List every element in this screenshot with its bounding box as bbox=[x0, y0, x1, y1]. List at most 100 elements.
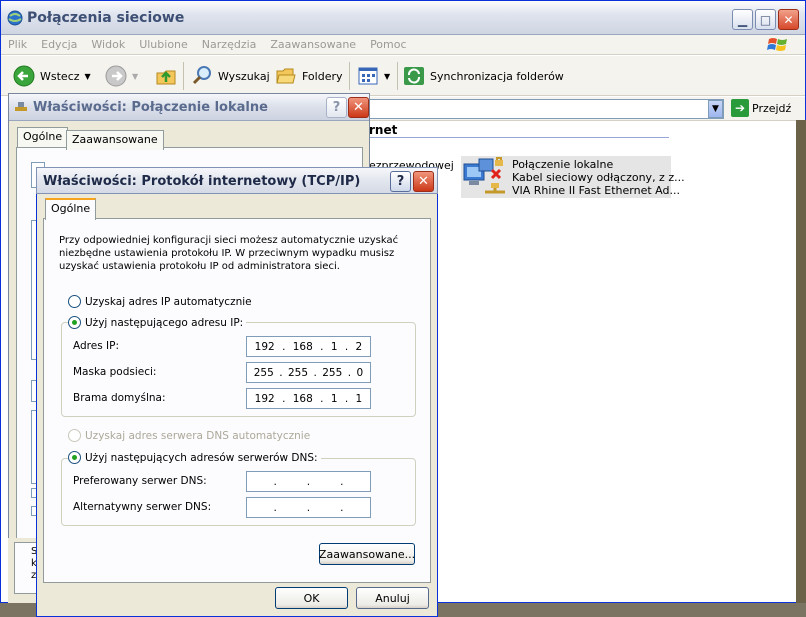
views-dropdown-icon[interactable]: ▼ bbox=[384, 72, 390, 81]
lan-close-button[interactable]: ✕ bbox=[348, 97, 369, 118]
mask-octet-2: 255 bbox=[287, 366, 309, 379]
gateway-octet-4: 1 bbox=[355, 392, 363, 405]
forward-dropdown-icon[interactable]: ▼ bbox=[132, 72, 138, 81]
ip-manual-label: Użyj następującego adresu IP: bbox=[85, 316, 244, 329]
menu-view[interactable]: Widok bbox=[84, 38, 132, 51]
network-globe-icon bbox=[7, 10, 23, 26]
menu-help[interactable]: Pomoc bbox=[363, 38, 413, 51]
folders-button[interactable]: Foldery bbox=[275, 64, 343, 88]
subnet-mask-field[interactable]: 255. 255. 255. 0 bbox=[246, 362, 371, 383]
network-connection-icon bbox=[463, 157, 505, 194]
menu-tools[interactable]: Narzędzia bbox=[195, 38, 264, 51]
connection-name: Połączenie lokalne bbox=[512, 158, 614, 171]
go-button[interactable]: ➔ Przejdź bbox=[731, 99, 791, 117]
dns-manual-label: Użyj następujących adresów serwerów DNS: bbox=[85, 451, 318, 464]
connection-device: VIA Rhine II Fast Ethernet Ad... bbox=[512, 184, 680, 197]
cancel-button[interactable]: Anuluj bbox=[356, 587, 429, 609]
ip-manual-radio[interactable]: Użyj następującego adresu IP: bbox=[68, 316, 247, 329]
folder-up-icon bbox=[156, 70, 176, 85]
preferred-dns-field[interactable]: . . . bbox=[246, 471, 371, 492]
mask-octet-3: 255 bbox=[322, 366, 343, 379]
connection-status: Kabel sieciowy odłączony, z z... bbox=[512, 171, 685, 184]
up-folder-button[interactable] bbox=[155, 64, 177, 88]
network-adapter-icon bbox=[15, 102, 27, 111]
subnet-mask-label: Maska podsieci: bbox=[73, 366, 157, 378]
gateway-field[interactable]: 192. 168. 1. 1 bbox=[246, 388, 371, 409]
tab-general[interactable]: Ogólne bbox=[17, 127, 69, 147]
menu-bar: Plik Edycja Widok Ulubione Narzędzia Zaa… bbox=[1, 35, 805, 55]
dns-auto-label: Uzyskaj adres serwera DNS automatycznie bbox=[85, 429, 311, 442]
ip-auto-radio-dot bbox=[68, 295, 81, 308]
back-arrow-icon bbox=[13, 65, 35, 87]
alternate-dns-field[interactable]: . . . bbox=[246, 497, 371, 518]
menu-favorites[interactable]: Ulubione bbox=[132, 38, 195, 51]
lan-info-fragment: S k z bbox=[14, 542, 37, 594]
tcpip-close-button[interactable]: ✕ bbox=[413, 171, 434, 192]
window-titlebar[interactable]: Połączenia sieciowe ▁ □ ✕ bbox=[1, 1, 805, 35]
views-button[interactable]: ▼ bbox=[357, 64, 390, 88]
gateway-octet-3: 1 bbox=[330, 392, 338, 405]
ip-octet-3: 1 bbox=[330, 340, 338, 353]
group-heading: rnet bbox=[369, 123, 398, 137]
forward-arrow-icon bbox=[105, 65, 127, 87]
minimize-button[interactable]: ▁ bbox=[732, 9, 753, 30]
menu-advanced[interactable]: Zaawansowane bbox=[263, 38, 363, 51]
alternate-dns-label: Alternatywny serwer DNS: bbox=[73, 501, 212, 513]
address-dropdown-icon[interactable]: ▼ bbox=[708, 100, 723, 118]
tcpip-dialog-titlebar[interactable]: Właściwości: Protokół internetowy (TCP/I… bbox=[36, 167, 438, 194]
tcpip-help-button[interactable]: ? bbox=[390, 171, 411, 192]
close-window-button[interactable]: ✕ bbox=[778, 9, 799, 30]
ip-address-label: Adres IP: bbox=[73, 340, 119, 352]
dns-auto-radio-dot bbox=[68, 429, 81, 442]
address-bar: ▼ ➔ Przejdź bbox=[369, 97, 805, 121]
toolbar-separator bbox=[183, 62, 184, 90]
back-label: Wstecz bbox=[40, 69, 80, 83]
toolbar: Wstecz ▼ ▼ Wyszukaj Foldery ▼ Synchroniz… bbox=[1, 56, 805, 96]
toolbar-separator bbox=[397, 62, 398, 90]
search-button[interactable]: Wyszukaj bbox=[191, 64, 270, 88]
search-icon bbox=[192, 66, 211, 85]
gateway-octet-1: 192 bbox=[254, 392, 275, 405]
ip-manual-radio-dot bbox=[68, 316, 81, 329]
menu-file[interactable]: Plik bbox=[1, 38, 34, 51]
dns-manual-radio-dot bbox=[68, 451, 81, 464]
local-connection-item[interactable]: Połączenie lokalne Kabel sieciowy odłącz… bbox=[461, 156, 685, 198]
ip-octet-1: 192 bbox=[254, 340, 275, 353]
tab-general[interactable]: Ogólne bbox=[45, 198, 97, 220]
advanced-button[interactable]: Zaawansowane... bbox=[319, 543, 415, 565]
gateway-label: Brama domyślna: bbox=[73, 392, 166, 404]
go-label: Przejdź bbox=[752, 101, 792, 115]
desktop-background-strip bbox=[796, 120, 806, 603]
lan-dialog-title: Właściwości: Połączenie lokalne bbox=[33, 100, 268, 115]
sync-folders-button[interactable]: Synchronizacja folderów bbox=[403, 64, 564, 88]
tcpip-dialog-title: Właściwości: Protokół internetowy (TCP/I… bbox=[43, 174, 361, 189]
ok-button[interactable]: OK bbox=[275, 587, 348, 609]
dns-manual-radio[interactable]: Użyj następujących adresów serwerów DNS: bbox=[68, 451, 321, 464]
views-icon bbox=[358, 67, 378, 85]
back-dropdown-icon[interactable]: ▼ bbox=[85, 72, 91, 81]
forward-button[interactable]: ▼ bbox=[105, 64, 138, 88]
ip-address-field[interactable]: 192. 168. 1. 2 bbox=[246, 336, 371, 357]
folders-label: Foldery bbox=[302, 69, 343, 83]
mask-octet-4: 0 bbox=[356, 366, 364, 379]
ip-auto-label: Uzyskaj adres IP automatycznie bbox=[85, 295, 252, 308]
ip-auto-radio[interactable]: Uzyskaj adres IP automatycznie bbox=[68, 295, 255, 308]
go-arrow-icon: ➔ bbox=[731, 99, 749, 117]
toolbar-separator bbox=[349, 62, 350, 90]
tab-advanced[interactable]: Zaawansowane bbox=[66, 130, 164, 150]
maximize-button[interactable]: □ bbox=[755, 9, 776, 30]
dns-auto-radio[interactable]: Uzyskaj adres serwera DNS automatycznie bbox=[68, 429, 314, 442]
preferred-dns-label: Preferowany serwer DNS: bbox=[73, 475, 207, 487]
lan-dialog-titlebar[interactable]: Właściwości: Połączenie lokalne ? ✕ bbox=[9, 94, 369, 121]
windows-logo-icon bbox=[767, 38, 787, 51]
menu-edit[interactable]: Edycja bbox=[34, 38, 84, 51]
mask-octet-1: 255 bbox=[253, 366, 274, 379]
folders-icon bbox=[276, 68, 296, 84]
group-divider bbox=[369, 137, 669, 138]
back-button[interactable]: Wstecz ▼ bbox=[13, 64, 91, 88]
address-input[interactable] bbox=[369, 99, 724, 119]
ip-octet-2: 168 bbox=[292, 340, 313, 353]
lan-help-button[interactable]: ? bbox=[326, 97, 347, 118]
window-title: Połączenia sieciowe bbox=[27, 10, 185, 26]
search-label: Wyszukaj bbox=[218, 69, 270, 83]
